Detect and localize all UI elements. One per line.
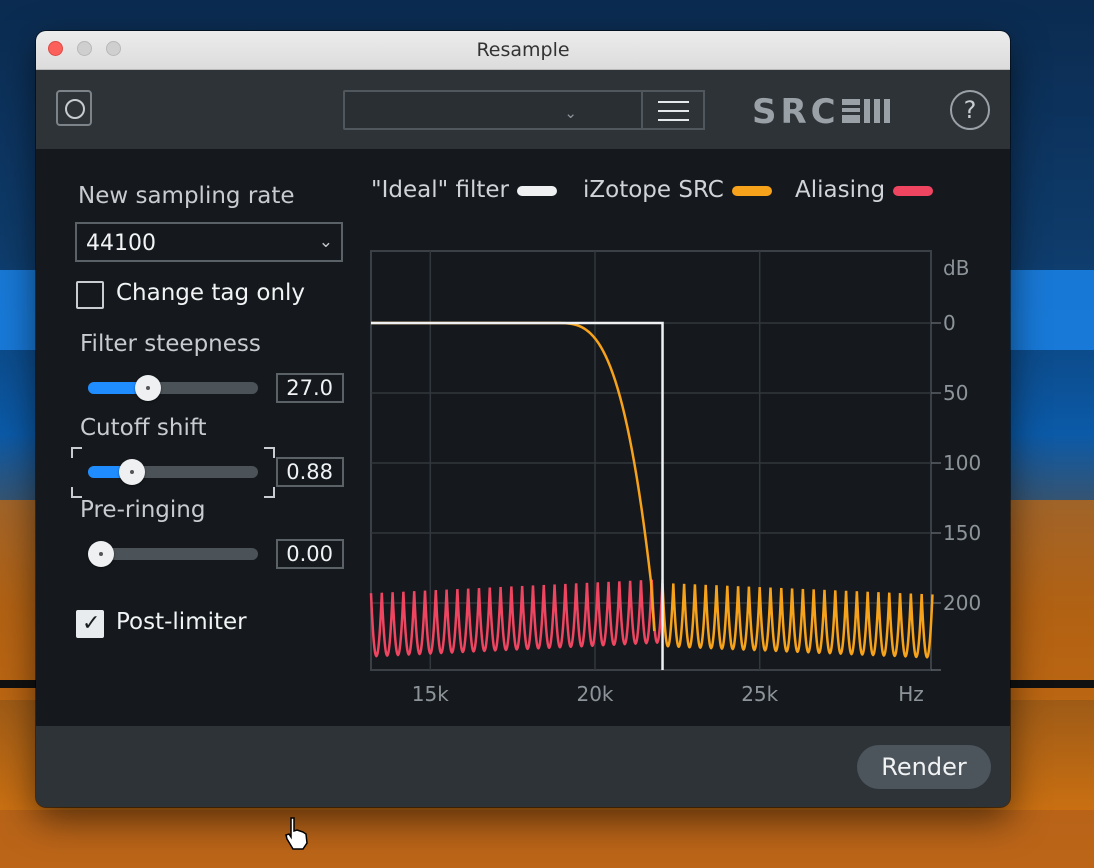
toolbar: ⌄ SRC ?: [36, 70, 1010, 148]
render-button[interactable]: Render: [857, 745, 991, 789]
help-icon: ?: [963, 96, 977, 124]
footer: Render: [36, 726, 1010, 807]
legend-ideal: "Ideal" filter: [371, 177, 557, 207]
preset-menu-button[interactable]: [642, 90, 705, 130]
hamburger-icon: [658, 101, 689, 103]
legend-aliasing: Aliasing: [795, 177, 934, 207]
sampling-rate-label: New sampling rate: [78, 183, 295, 209]
slider-thumb[interactable]: [134, 375, 161, 401]
preset-dropdown[interactable]: ⌄: [343, 90, 643, 130]
src-stopband-line: [661, 583, 934, 659]
aliasing-series-line: [369, 579, 664, 658]
filter-response-chart: 15k 20k 25k Hz 0 50 100 150 200 dB: [369, 250, 981, 706]
cutoff-shift-label: Cutoff shift: [80, 415, 207, 441]
x-unit-label: Hz: [898, 682, 924, 706]
resample-window: Resample ⌄ SRC ? New sampling rate 44100…: [36, 31, 1010, 807]
slider-thumb[interactable]: [88, 541, 114, 567]
power-icon: [65, 99, 85, 119]
post-limiter-checkbox[interactable]: ✓: [76, 610, 104, 638]
x-tick-label: 15k: [412, 682, 449, 706]
chevron-down-icon: ⌄: [318, 232, 333, 252]
y-tick-label: 150: [943, 521, 981, 545]
legend-src-label: iZotope SRC: [583, 177, 724, 203]
src-passband-line: [371, 321, 656, 632]
src-logo: SRC: [752, 92, 892, 132]
pre-ringing-value[interactable]: 0.00: [276, 539, 344, 569]
window-title: Resample: [476, 39, 570, 61]
focus-bracket: [71, 447, 82, 458]
sampling-rate-select[interactable]: 44100 ⌄: [75, 222, 343, 262]
change-tag-checkbox[interactable]: [76, 281, 104, 309]
change-tag-label: Change tag only: [116, 280, 306, 306]
legend-src: iZotope SRC: [583, 177, 772, 207]
filter-steepness-value[interactable]: 27.0: [276, 373, 344, 403]
post-limiter-label: Post-limiter: [116, 609, 247, 635]
x-tick-label: 20k: [576, 682, 613, 706]
legend-aliasing-swatch: [893, 185, 934, 196]
title-bar: Resample: [36, 31, 1010, 70]
pre-ringing-slider[interactable]: [88, 541, 258, 567]
bypass-button[interactable]: [56, 90, 92, 126]
y-unit-label: dB: [943, 256, 969, 280]
pre-ringing-label: Pre-ringing: [80, 497, 206, 523]
y-tick-label: 100: [943, 451, 981, 475]
legend-ideal-label: "Ideal" filter: [371, 177, 509, 203]
main-panel: New sampling rate 44100 ⌄ Change tag onl…: [36, 149, 1010, 726]
y-tick-label: 0: [943, 311, 956, 335]
cutoff-shift-slider[interactable]: [88, 459, 258, 485]
legend-ideal-swatch: [517, 185, 557, 196]
check-icon: ✓: [82, 611, 101, 636]
chevron-down-icon: ⌄: [564, 104, 577, 122]
y-tick-label: 200: [943, 591, 981, 615]
help-button[interactable]: ?: [950, 90, 990, 130]
filter-steepness-label: Filter steepness: [80, 331, 261, 357]
logo-bars-icon: [841, 99, 890, 123]
hand-cursor-icon: [285, 817, 308, 850]
cutoff-shift-value[interactable]: 0.88: [276, 457, 344, 487]
y-tick-label: 50: [943, 381, 968, 405]
legend-src-swatch: [731, 185, 772, 196]
sampling-rate-value: 44100: [86, 231, 156, 256]
filter-steepness-slider[interactable]: [88, 375, 258, 401]
legend-aliasing-label: Aliasing: [795, 177, 886, 203]
x-tick-label: 25k: [741, 682, 778, 706]
slider-thumb[interactable]: [119, 459, 146, 485]
